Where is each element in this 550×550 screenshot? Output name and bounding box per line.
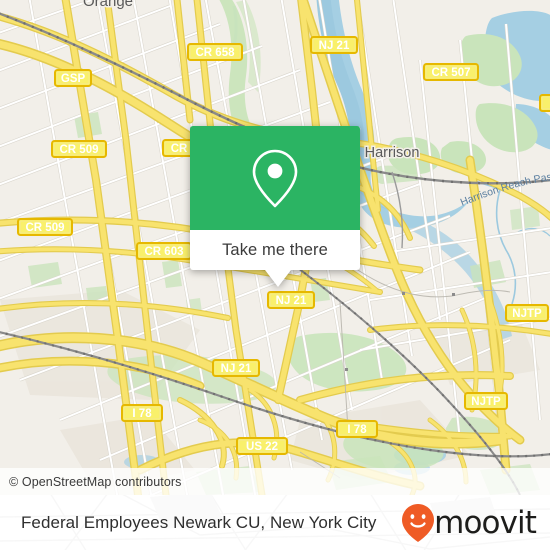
footer-bar: Federal Employees Newark CU, New York Ci… [0,495,550,550]
highway-shield: NJ 21 [212,359,260,377]
highway-shield-label: NJTP [512,308,542,320]
highway-shield-label: CR 509 [60,144,99,156]
moovit-logo: moovit [401,503,537,543]
popup-icon-area [190,126,360,230]
map-screenshot-root: Orange Harrison Harrison Reach Passa CR … [0,0,550,550]
highway-shield-label: I 78 [132,408,152,420]
highway-shield: CR 507 [423,63,479,81]
osm-attribution-bar: © OpenStreetMap contributors [0,468,550,495]
highway-shield-label: US 22 [246,441,278,453]
highway-shield: CR 658 [187,43,243,61]
place-title: Federal Employees Newark CU, New York Ci… [21,512,377,532]
highway-shield-label: GSP [61,73,86,85]
moovit-pin-smiley-icon [402,503,435,542]
highway-shield: I [539,94,550,112]
highway-shield-label: NJTP [471,396,501,408]
highway-shield-label: CR 603 [145,246,184,258]
osm-attribution-text: © OpenStreetMap contributors [9,474,182,489]
highway-shield: NJTP [464,392,508,410]
highway-shield-label: CR 509 [26,222,65,234]
take-me-there-popup[interactable]: Take me there [190,126,360,287]
highway-shield: I 78 [121,404,163,422]
highway-shield-label: NJ 21 [276,295,307,307]
map-pin-icon [252,149,298,208]
moovit-wordmark: moovit [434,504,537,541]
highway-shield: CR 509 [51,140,107,158]
highway-shield: NJTP [505,304,549,322]
highway-shield-label: CR 658 [196,47,236,59]
highway-shield: CR 509 [17,218,73,236]
popup-cta-bar[interactable]: Take me there [190,230,360,270]
highway-shield: US 22 [236,437,288,455]
highway-shield-label: CR [171,143,188,155]
popup-pointer-tail [265,269,291,287]
highway-shield: NJ 21 [310,36,358,54]
highway-shield: CR 603 [136,242,192,260]
highway-shield: GSP [54,69,92,87]
highway-shield-label: CR 507 [432,67,471,79]
highway-shield-label: NJ 21 [319,40,350,52]
highway-shield: NJ 21 [267,291,315,309]
highway-shield: I 78 [336,420,378,438]
place-label-orange: Orange [83,0,133,10]
place-label-harrison: Harrison [365,145,420,161]
highway-shield-label: NJ 21 [221,363,252,375]
highway-shield-label: I 78 [347,424,367,436]
map-canvas[interactable]: Orange Harrison Harrison Reach Passa CR … [0,0,550,495]
take-me-there-label: Take me there [222,240,328,259]
